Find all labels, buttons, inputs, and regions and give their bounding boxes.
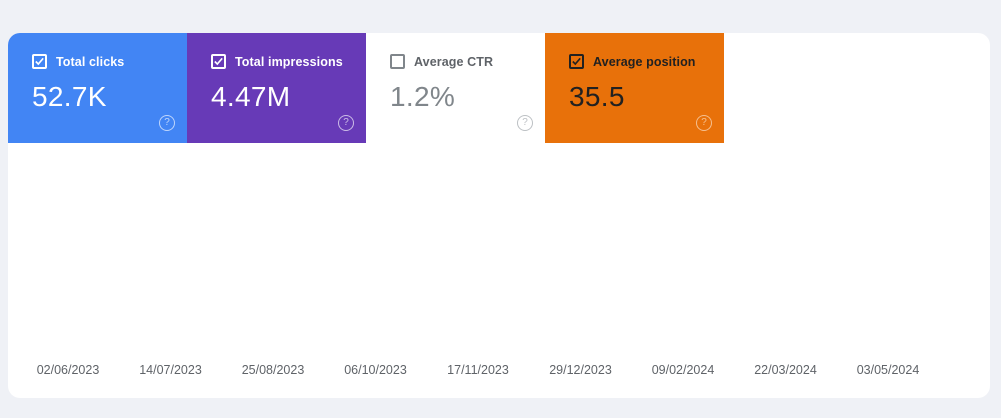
performance-chart[interactable]: 02/06/2023 14/07/2023 25/08/2023 06/10/2023… — [8, 143, 990, 398]
checkbox-average-ctr-icon[interactable] — [390, 54, 405, 69]
card-label: Total impressions — [235, 54, 343, 69]
card-header: Average position — [569, 54, 724, 69]
card-header: Total clicks — [32, 54, 187, 69]
card-label: Average CTR — [414, 54, 494, 69]
help-icon[interactable]: ? — [517, 115, 533, 131]
x-axis-tick-label: 17/11/2023 — [447, 363, 509, 377]
help-icon[interactable]: ? — [159, 115, 175, 131]
card-average-position[interactable]: Average position 35.5 ? — [545, 33, 724, 143]
performance-panel: Total clicks 52.7K ? Total impressions 4… — [8, 33, 990, 398]
card-value: 52.7K — [32, 81, 107, 112]
card-label: Average position — [593, 54, 696, 69]
card-header: Total impressions — [211, 54, 366, 69]
card-total-clicks[interactable]: Total clicks 52.7K ? — [8, 33, 187, 143]
card-total-impressions[interactable]: Total impressions 4.47M ? — [187, 33, 366, 143]
x-axis-tick-label: 09/02/2024 — [652, 363, 715, 377]
checkbox-total-impressions-icon[interactable] — [211, 54, 226, 69]
metric-cards-row: Total clicks 52.7K ? Total impressions 4… — [8, 33, 990, 143]
card-header: Average CTR — [390, 54, 545, 69]
card-value: 35.5 — [569, 81, 625, 112]
card-value: 4.47M — [211, 81, 291, 112]
checkbox-total-clicks-icon[interactable] — [32, 54, 47, 69]
x-axis-tick-label: 02/06/2023 — [37, 363, 100, 377]
help-icon[interactable]: ? — [338, 115, 354, 131]
x-axis-tick-label: 03/05/2024 — [857, 363, 920, 377]
card-average-ctr[interactable]: Average CTR 1.2% ? — [366, 33, 545, 143]
x-axis-tick-label: 06/10/2023 — [344, 363, 407, 377]
help-icon[interactable]: ? — [696, 115, 712, 131]
x-axis-tick-label: 14/07/2023 — [139, 363, 202, 377]
x-axis-tick-label: 25/08/2023 — [242, 363, 305, 377]
x-axis-tick-label: 22/03/2024 — [754, 363, 817, 377]
card-value: 1.2% — [390, 81, 456, 112]
x-axis-tick-label: 29/12/2023 — [549, 363, 612, 377]
checkbox-average-position-icon[interactable] — [569, 54, 584, 69]
card-label: Total clicks — [56, 54, 125, 69]
